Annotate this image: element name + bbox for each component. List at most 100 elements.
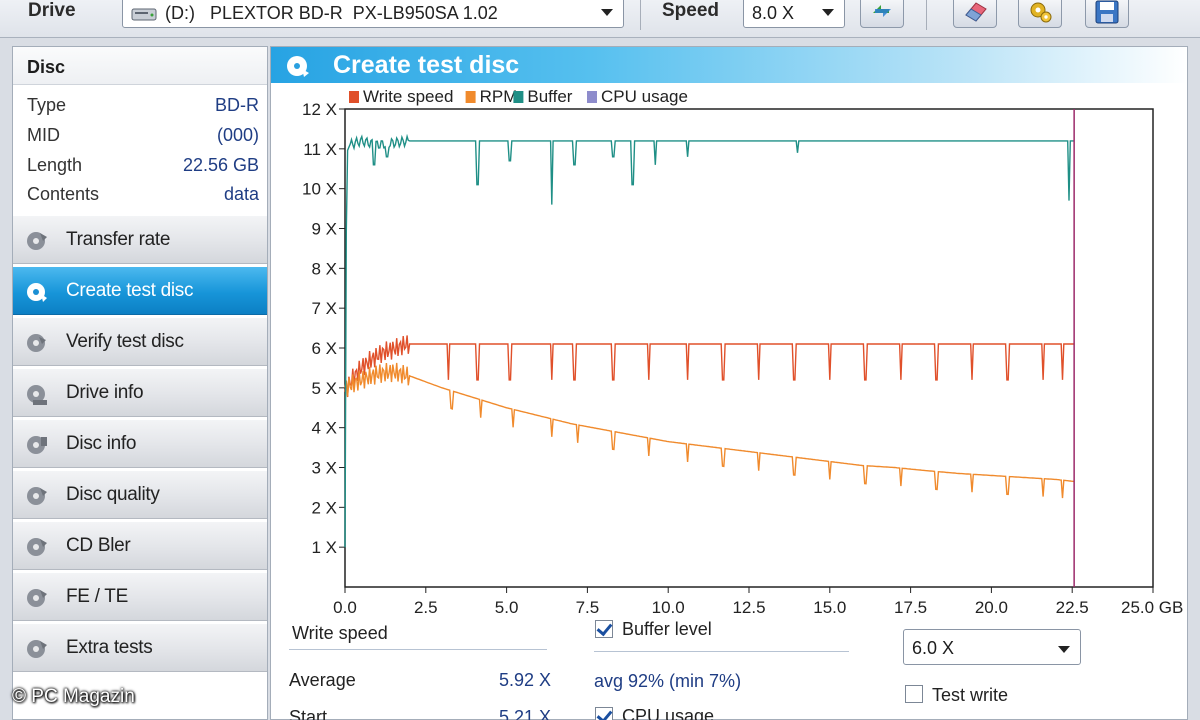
settings-icon [1030, 2, 1052, 23]
buffer-level-checkbox[interactable] [595, 620, 613, 638]
nav-item-drive-info[interactable]: Drive info [13, 368, 267, 417]
left-panel: Disc Type BD-R MID (000) Length 22.56 GB… [12, 46, 268, 720]
disc-contents-value: data [223, 184, 259, 204]
x-tick-label: 12.5 [732, 598, 765, 615]
toolbar-divider [640, 0, 641, 30]
page-title: Create test disc [333, 51, 520, 79]
disc-type-row: Type BD-R [27, 95, 259, 123]
eraser-icon [965, 2, 987, 22]
disc-icon [27, 487, 47, 505]
save-button[interactable] [1085, 0, 1129, 28]
buffer-average-value: avg 92% (min 7%) [594, 671, 742, 691]
disc-icon [27, 283, 47, 302]
chevron-down-icon[interactable] [601, 9, 613, 16]
legend-label: Buffer [527, 87, 572, 106]
x-tick-label: 25.0 GB [1121, 598, 1183, 615]
nav-item-label: Transfer rate [66, 229, 171, 250]
swap-drives-icon [873, 5, 891, 17]
test-write-checkbox[interactable] [905, 685, 923, 703]
nav-item-label: Extra tests [66, 637, 153, 658]
average-value: 5.92 X [498, 670, 551, 690]
test-write-label: Test write [932, 685, 1009, 705]
nav-item-label: Disc info [66, 433, 137, 454]
nav-item-label: Disc quality [66, 484, 160, 505]
swap-drives-button[interactable] [860, 0, 904, 28]
legend-swatch [587, 91, 597, 103]
nav-item-label: Drive info [66, 382, 144, 403]
create-disc-icon [287, 56, 309, 77]
x-tick-label: 17.5 [894, 598, 927, 615]
toolbar-divider [926, 0, 927, 30]
drive-select[interactable]: (D:) PLEXTOR BD-R PX-LB950SA 1.02 [122, 0, 624, 28]
x-tick-label: 7.5 [576, 598, 600, 615]
disc-icon [27, 436, 47, 454]
chevron-down-icon[interactable] [822, 9, 834, 16]
average-label: Average [289, 670, 356, 690]
nav-item-disc-info[interactable]: Disc info [13, 419, 267, 468]
disc-icon [27, 232, 47, 250]
nav-item-transfer-rate[interactable]: Transfer rate [13, 215, 267, 264]
nav-item-label: CD Bler [66, 535, 131, 556]
plot-frame [344, 108, 1154, 588]
nav-item-disc-quality[interactable]: Disc quality [13, 470, 267, 519]
buffer-level-label: Buffer level [622, 619, 712, 639]
write-speed-select[interactable]: 6.0 X [903, 629, 1081, 665]
x-tick-label: 10.0 [652, 598, 685, 615]
copyright-watermark: © PC Magazin [12, 686, 135, 707]
x-tick-label: 20.0 [975, 598, 1008, 615]
y-tick-label: 3 X [311, 459, 337, 478]
y-tick-label: 11 X [303, 140, 337, 159]
start-label: Start [289, 707, 328, 720]
x-tick-label: 15.0 [813, 598, 846, 615]
speed-select[interactable]: 8.0 X [743, 0, 845, 28]
disc-icon [27, 334, 46, 352]
legend-swatch [513, 91, 524, 103]
y-tick-label: 9 X [311, 220, 337, 239]
y-tick-label: 8 X [311, 259, 337, 278]
drive-value: (D:) PLEXTOR BD-R PX-LB950SA 1.02 [165, 3, 498, 23]
nav-item-fe-te[interactable]: FE / TE [13, 572, 267, 621]
x-tick-label: 22.5 [1056, 598, 1089, 615]
cpu-usage-checkbox[interactable] [595, 707, 613, 720]
nav-item-verify-test-disc[interactable]: Verify test disc [13, 317, 267, 366]
x-tick-label: 5.0 [495, 598, 519, 615]
disc-icon [27, 589, 47, 607]
erase-disc-button[interactable] [953, 0, 997, 28]
y-tick-label: 12 X [302, 100, 337, 119]
drive-label: Drive [28, 0, 76, 21]
disc-mid-value: (000) [216, 125, 259, 145]
nav-item-create-test-disc[interactable]: Create test disc [13, 266, 267, 315]
main-header: Create test disc [271, 47, 1187, 83]
legend-label: CPU usage [601, 87, 688, 106]
disc-section-title: Disc [13, 47, 267, 85]
speed-label: Speed [662, 0, 720, 21]
write-speed-select-value: 6.0 X [912, 638, 955, 658]
disc-icon [27, 640, 47, 658]
disc-length-row: Length 22.56 GB [27, 155, 259, 183]
cpu-usage-label: CPU usage [622, 706, 715, 720]
x-tick-label: 0.0 [333, 598, 357, 615]
nav-item-cd-bler[interactable]: CD Bler [13, 521, 267, 570]
y-tick-label: 10 X [302, 180, 337, 199]
x-tick-label: 2.5 [414, 598, 438, 615]
speed-value: 8.0 X [752, 3, 795, 23]
disc-contents-row: Contents data [27, 184, 259, 212]
y-tick-label: 2 X [311, 498, 337, 517]
y-tick-label: 6 X [311, 339, 337, 358]
toolbar: Drive (D:) PLEXTOR BD-R PX-LB950SA 1.02 … [0, 0, 1200, 38]
disc-type-value: BD-R [215, 95, 259, 115]
drive-icon [131, 8, 157, 21]
chevron-down-icon[interactable] [1058, 646, 1070, 653]
disc-contents-label: Contents [27, 184, 100, 204]
disc-mid-row: MID (000) [27, 125, 259, 153]
section-divider [594, 651, 849, 652]
save-icon [1095, 0, 1119, 24]
disc-length-value: 22.56 GB [182, 155, 259, 175]
nav-item-extra-tests[interactable]: Extra tests [13, 623, 267, 672]
settings-button[interactable] [1018, 0, 1062, 28]
chart-svg: 0.0 2.5 5.0 7.5 10.0 12.5 15.0 17.5 20.0 22.5 25.0… [302, 87, 1183, 615]
legend-swatch [465, 91, 476, 103]
legend-label: RPM [480, 87, 518, 106]
y-tick-label: 5 X [311, 379, 337, 398]
legend-swatch [349, 91, 359, 103]
